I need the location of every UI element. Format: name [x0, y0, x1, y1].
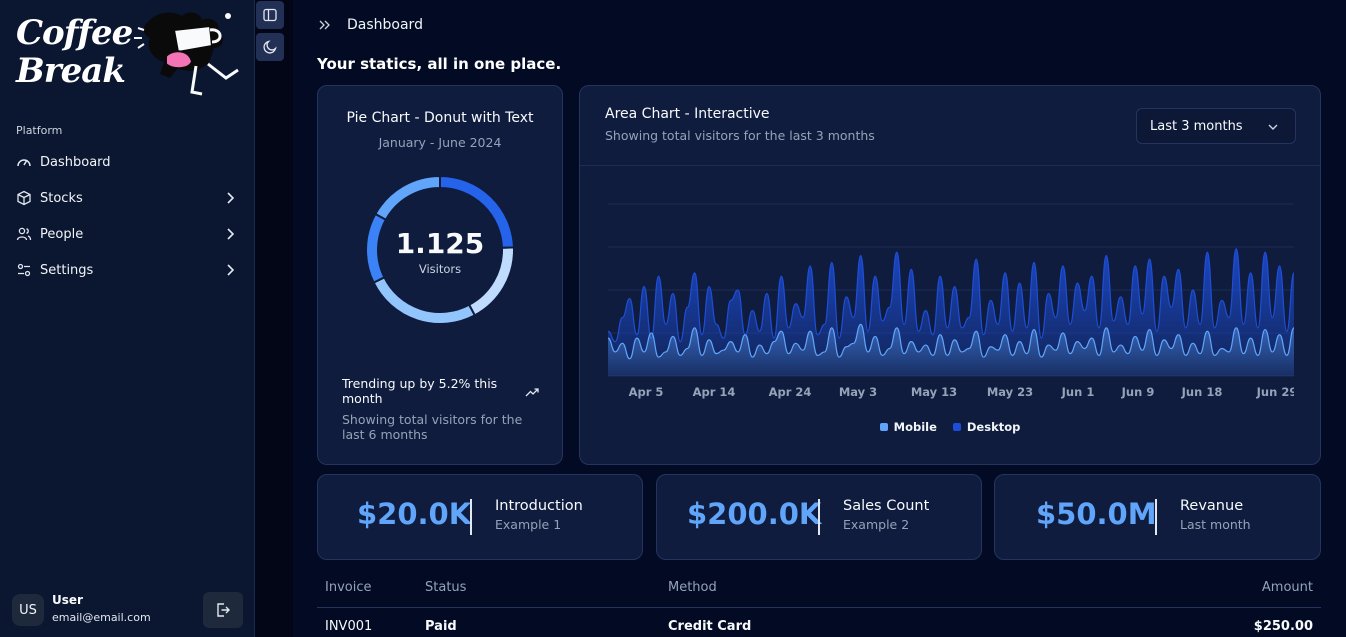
sidebar-item-label: People [40, 226, 84, 242]
pie-chart-title: Pie Chart - Donut with Text [346, 110, 534, 126]
stat-label: Introduction [495, 498, 583, 514]
x-tick-label: Apr 5 [629, 385, 664, 399]
stat-card-sales-count: $200.0K Sales Count Example 2 [656, 474, 982, 560]
legend-item-desktop: Desktop [952, 420, 1021, 434]
stat-card-revenue: $50.0M Revanue Last month [994, 474, 1321, 560]
users-icon [16, 226, 32, 242]
stat-sub: Example 2 [843, 517, 910, 532]
chevron-right-icon [227, 192, 235, 204]
table-cell-amount: $250.00 [1253, 619, 1313, 634]
sliders-icon [16, 262, 32, 278]
table-cell-invoice: INV001 [325, 619, 373, 634]
area-chart: Apr 5 Apr 14 Apr 24 May 3 May 13 May 23 Jun 1 J… [608, 203, 1294, 399]
donut-chart-card: Pie Chart - Donut with Text January - Ju… [317, 85, 563, 465]
breadcrumb-current[interactable]: Dashboard [347, 17, 423, 33]
brand-line-1: Coffee [16, 13, 133, 53]
user-menu[interactable]: US User email@email.com [12, 592, 243, 628]
trend-text: Trending up by 5.2% this month [342, 376, 498, 406]
pie-chart-footer: Showing total visitors for the last 6 mo… [342, 412, 523, 442]
stat-divider [470, 499, 472, 535]
sidebar-item-stocks[interactable]: Stocks [8, 182, 246, 214]
box-icon [16, 190, 32, 206]
pie-chart-subtitle: January - June 2024 [378, 135, 502, 150]
card-divider [580, 165, 1320, 166]
panel-left-icon [263, 8, 277, 22]
sidebar-section-label: Platform [16, 124, 63, 137]
chevron-right-icon [227, 264, 235, 276]
coffee-character-illustration [134, 12, 239, 96]
x-tick-label: Jun 18 [1181, 385, 1223, 399]
pie-slice[interactable] [374, 174, 441, 222]
main-content: Dashboard Your statics, all in one place… [293, 0, 1346, 637]
donut-center-label: Visitors [419, 262, 461, 276]
x-tick-label: May 13 [911, 385, 957, 399]
x-tick-label: Apr 14 [693, 385, 736, 399]
x-tick-label: Apr 24 [769, 385, 812, 399]
breadcrumb: Dashboard [317, 17, 423, 33]
stat-sub: Example 1 [495, 517, 562, 532]
pie-slice[interactable] [372, 275, 477, 325]
column-header-status: Status [425, 580, 467, 595]
stat-label: Sales Count [843, 498, 930, 514]
trending-up-icon [525, 388, 539, 397]
legend-item-mobile: Mobile [879, 420, 937, 434]
area-chart-title: Area Chart - Interactive [605, 106, 770, 122]
chevron-down-icon [1268, 124, 1278, 130]
brand-wordmark: Coffee Break [16, 13, 133, 91]
logout-icon [217, 603, 230, 617]
toggle-sidebar-button[interactable] [256, 1, 284, 29]
sidebar-item-people[interactable]: People [8, 218, 246, 250]
sidebar: Coffee Break Platform Dashboard Stocks P… [0, 0, 255, 637]
stat-label: Revanue [1180, 498, 1244, 514]
column-header-method: Method [668, 580, 717, 595]
column-header-amount: Amount [1261, 580, 1313, 595]
logout-button[interactable] [203, 592, 243, 628]
table-cell-status: Paid [425, 619, 457, 634]
stat-card-introduction: $20.0K Introduction Example 1 [317, 474, 643, 560]
x-tick-label: Jun 29 [1256, 385, 1294, 399]
area-chart-subtitle: Showing total visitors for the last 3 mo… [605, 128, 875, 143]
column-header-invoice: Invoice [325, 580, 372, 595]
brand-logo[interactable]: Coffee Break [12, 8, 242, 100]
legend-label: Desktop [966, 420, 1021, 434]
page-title: Your statics, all in one place. [317, 55, 562, 73]
avatar: US [12, 594, 44, 626]
legend-swatch [952, 423, 961, 431]
toolbar-rail [255, 0, 293, 637]
user-email: email@email.com [52, 611, 151, 624]
gauge-icon [16, 154, 32, 170]
sidebar-item-label: Stocks [40, 190, 83, 206]
sidebar-item-label: Settings [40, 262, 94, 278]
moon-icon [263, 40, 277, 54]
stat-value: $20.0K [357, 497, 472, 531]
time-range-select[interactable]: Last 3 months [1136, 108, 1296, 144]
table-divider [317, 607, 1321, 608]
stat-divider [818, 499, 820, 535]
user-name: User [52, 593, 83, 607]
area-chart-card: Area Chart - Interactive Showing total v… [579, 85, 1321, 465]
x-tick-label: Jun 1 [1061, 385, 1095, 399]
donut-center-value: 1.125 [396, 227, 485, 260]
donut-chart: 1.125 Visitors [365, 174, 515, 325]
sidebar-item-label: Dashboard [40, 154, 111, 170]
x-tick-label: May 23 [987, 385, 1033, 399]
x-tick-label: May 3 [839, 385, 877, 399]
x-tick-label: Jun 9 [1121, 385, 1155, 399]
stat-value: $50.0M [1036, 497, 1157, 531]
sidebar-item-settings[interactable]: Settings [8, 254, 246, 286]
brand-line-2: Break [16, 51, 126, 91]
chevron-right-icon [227, 228, 235, 240]
pie-slice[interactable] [365, 212, 388, 284]
time-range-value: Last 3 months [1150, 118, 1243, 134]
legend-label: Mobile [893, 420, 937, 434]
theme-toggle-button[interactable] [256, 33, 284, 61]
stat-sub: Last month [1180, 517, 1251, 532]
sidebar-item-dashboard[interactable]: Dashboard [8, 146, 246, 178]
chart-legend: Mobile Desktop [580, 420, 1320, 434]
chevrons-right-icon [319, 20, 330, 30]
stat-value: $200.0K [687, 497, 822, 531]
legend-swatch [879, 423, 888, 431]
stat-divider [1155, 499, 1157, 535]
table-cell-method: Credit Card [668, 619, 752, 634]
